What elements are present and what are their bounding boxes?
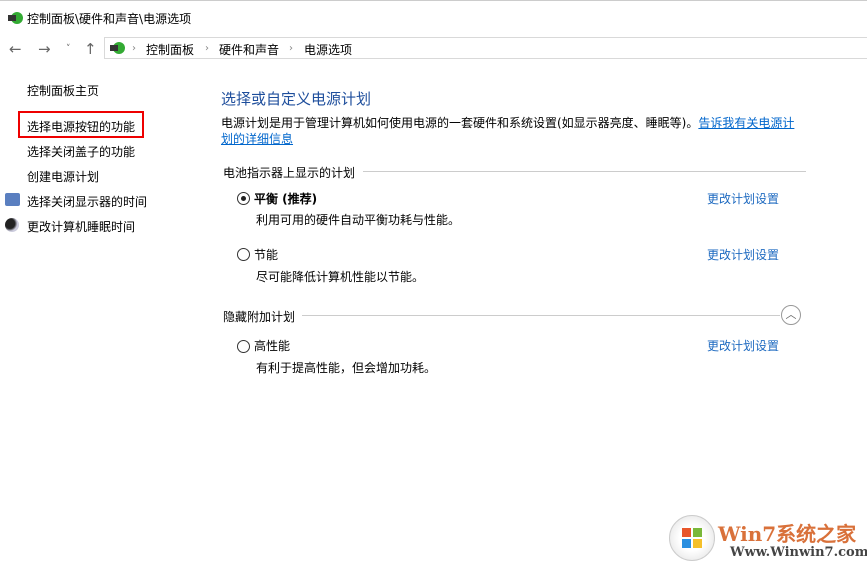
change-plan-settings-link[interactable]: 更改计划设置 <box>707 190 779 207</box>
plan-high-performance-radio[interactable] <box>237 340 250 353</box>
plan-desc: 利用可用的硬件自动平衡功耗与性能。 <box>256 213 461 227</box>
change-plan-settings-link[interactable]: 更改计划设置 <box>707 246 779 263</box>
recent-dropdown[interactable]: ˅ <box>66 44 71 54</box>
plan-name: 节能 <box>254 248 279 262</box>
sidebar-item-display-off[interactable]: 选择关闭显示器的时间 <box>27 193 147 210</box>
up-button[interactable]: ↑ <box>84 40 97 58</box>
change-plan-settings-link[interactable]: 更改计划设置 <box>707 337 779 354</box>
group-heading-battery: 电池指示器上显示的计划 <box>223 166 356 180</box>
breadcrumb-control-panel[interactable]: 控制面板 <box>146 41 194 58</box>
display-clock-icon <box>5 193 20 206</box>
watermark-brand: Win7系统之家 <box>718 522 857 546</box>
address-bar[interactable]: › 控制面板 › 硬件和声音 › 电源选项 <box>104 37 867 59</box>
plan-name: 平衡 (推荐) <box>254 192 318 206</box>
sidebar-item-power-button[interactable]: 选择电源按钮的功能 <box>27 118 135 135</box>
divider <box>302 315 780 316</box>
sidebar-item-create-plan[interactable]: 创建电源计划 <box>27 168 99 185</box>
sidebar-home-link[interactable]: 控制面板主页 <box>27 82 99 99</box>
power-options-icon <box>110 42 125 54</box>
divider <box>363 171 806 172</box>
chevron-right-icon: › <box>289 43 293 54</box>
plan-desc: 有利于提高性能，但会增加功耗。 <box>256 361 437 375</box>
chevron-right-icon: › <box>132 43 136 54</box>
sidebar-item-lid[interactable]: 选择关闭盖子的功能 <box>27 143 135 160</box>
description-text: 电源计划是用于管理计算机如何使用电源的一套硬件和系统设置(如显示器亮度、睡眠等)… <box>221 116 699 130</box>
group-heading-hidden: 隐藏附加计划 <box>223 310 296 324</box>
moon-sleep-icon <box>5 218 19 232</box>
breadcrumb-hardware-sound[interactable]: 硬件和声音 <box>219 41 279 58</box>
chevron-right-icon: › <box>205 43 209 54</box>
back-button[interactable]: ← <box>9 40 22 58</box>
title-bar: 控制面板\硬件和声音\电源选项 <box>0 0 867 34</box>
plan-balanced-radio[interactable] <box>237 192 250 205</box>
power-options-icon <box>8 12 23 24</box>
window-title: 控制面板\硬件和声音\电源选项 <box>27 12 192 26</box>
page-title: 选择或自定义电源计划 <box>221 90 372 108</box>
sidebar-item-sleep[interactable]: 更改计算机睡眠时间 <box>27 218 135 235</box>
watermark-url: Www.Winwin7.com <box>730 545 867 560</box>
plan-saver-radio[interactable] <box>237 248 250 261</box>
collapse-chevron-up-icon[interactable]: ︿ <box>781 305 801 325</box>
forward-button[interactable]: → <box>38 40 51 58</box>
page-description: 电源计划是用于管理计算机如何使用电源的一套硬件和系统设置(如显示器亮度、睡眠等)… <box>221 115 801 147</box>
breadcrumb-power-options[interactable]: 电源选项 <box>304 41 352 58</box>
plan-desc: 尽可能降低计算机性能以节能。 <box>256 270 425 284</box>
plan-name: 高性能 <box>254 339 291 353</box>
windows-logo-icon <box>669 515 715 561</box>
